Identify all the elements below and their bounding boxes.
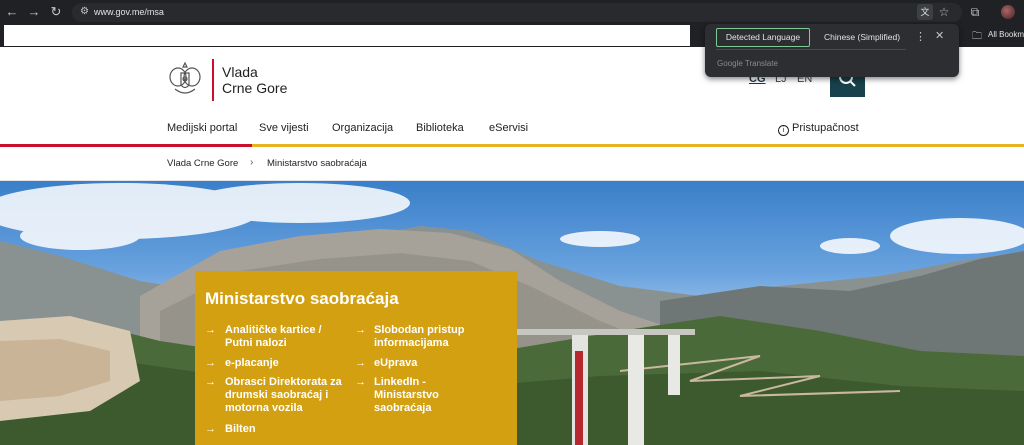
link-bilten[interactable]: Bilten	[225, 423, 345, 436]
translate-popup: Detected Language Chinese (Simplified) ⋮…	[705, 24, 959, 77]
link-analiticke-kartice[interactable]: Analitičke kartice / Putni nalozi	[225, 324, 345, 350]
arrow-right-icon: →	[205, 376, 216, 388]
arrow-right-icon: →	[355, 376, 366, 388]
logo-line-1: Vlada	[222, 64, 258, 80]
accessibility-icon: i	[778, 125, 789, 136]
all-bookmarks-label[interactable]: All Bookmarks	[988, 30, 1024, 39]
site-info-icon[interactable]: ⚙	[80, 6, 92, 18]
arrow-right-icon: →	[205, 357, 216, 369]
arrow-right-icon: →	[355, 324, 366, 336]
accessibility-link[interactable]: i Pristupačnost	[778, 122, 859, 136]
breadcrumb-root[interactable]: Vlada Crne Gore	[167, 158, 238, 169]
translate-icon[interactable]: 文	[917, 4, 933, 20]
ministry-links-panel: Ministarstvo saobraćaja → Analitičke kar…	[195, 271, 517, 445]
arrow-right-icon: →	[205, 324, 216, 336]
link-slobodan-pristup[interactable]: Slobodan pristup informacijama	[374, 324, 504, 350]
back-arrow-icon[interactable]: ←	[4, 4, 20, 20]
browser-toolbar: ← → ↻ ⚙ www.gov.me/msa 文 ☆ ⧉	[0, 0, 1024, 25]
logo-divider	[212, 59, 214, 101]
detected-language-tab[interactable]: Detected Language	[716, 28, 810, 47]
popup-divider	[716, 49, 906, 50]
nav-sve-vijesti[interactable]: Sve vijesti	[259, 122, 309, 134]
target-language-tab[interactable]: Chinese (Simplified)	[817, 28, 907, 47]
panel-title: Ministarstvo saobraćaja	[205, 289, 399, 308]
extensions-icon[interactable]: ⧉	[967, 4, 983, 20]
coat-of-arms-icon[interactable]	[167, 59, 203, 99]
nav-organizacija[interactable]: Organizacija	[332, 122, 393, 134]
more-options-icon[interactable]: ⋮	[915, 30, 926, 43]
logo-line-2: Crne Gore	[222, 80, 288, 96]
close-icon[interactable]: ✕	[935, 29, 944, 42]
accessibility-label: Pristupačnost	[792, 122, 859, 134]
arrow-right-icon: →	[205, 423, 216, 435]
link-linkedin[interactable]: LinkedIn - Ministarstvo saobraćaja	[374, 376, 474, 415]
link-e-placanje[interactable]: e-placanje	[225, 357, 345, 370]
page-top-strip	[4, 25, 690, 46]
nav-eservisi[interactable]: eServisi	[489, 122, 528, 134]
profile-avatar[interactable]	[1001, 5, 1015, 19]
breadcrumb: Vlada Crne Gore › Ministarstvo saobraćaj…	[0, 147, 1024, 181]
url-text[interactable]: www.gov.me/msa	[94, 6, 164, 19]
bookmark-star-icon[interactable]: ☆	[936, 4, 952, 20]
link-euprava[interactable]: eUprava	[374, 357, 504, 370]
reload-icon[interactable]: ↻	[48, 4, 64, 20]
breadcrumb-current: Ministarstvo saobraćaja	[267, 158, 367, 169]
chevron-right-icon: ›	[250, 157, 254, 168]
forward-arrow-icon[interactable]: →	[26, 4, 42, 20]
folder-icon[interactable]: 🗀	[972, 29, 982, 46]
google-translate-brand: Google Translate	[717, 59, 778, 68]
site-logo-text[interactable]: Vlada Crne Gore	[222, 64, 287, 96]
address-bar[interactable]: ⚙ www.gov.me/msa	[72, 3, 962, 22]
arrow-right-icon: →	[355, 357, 366, 369]
nav-medijski-portal[interactable]: Medijski portal	[167, 122, 237, 134]
link-obrasci-direktorata[interactable]: Obrasci Direktorata za drumski saobraćaj…	[225, 376, 350, 415]
nav-biblioteka[interactable]: Biblioteka	[416, 122, 464, 134]
